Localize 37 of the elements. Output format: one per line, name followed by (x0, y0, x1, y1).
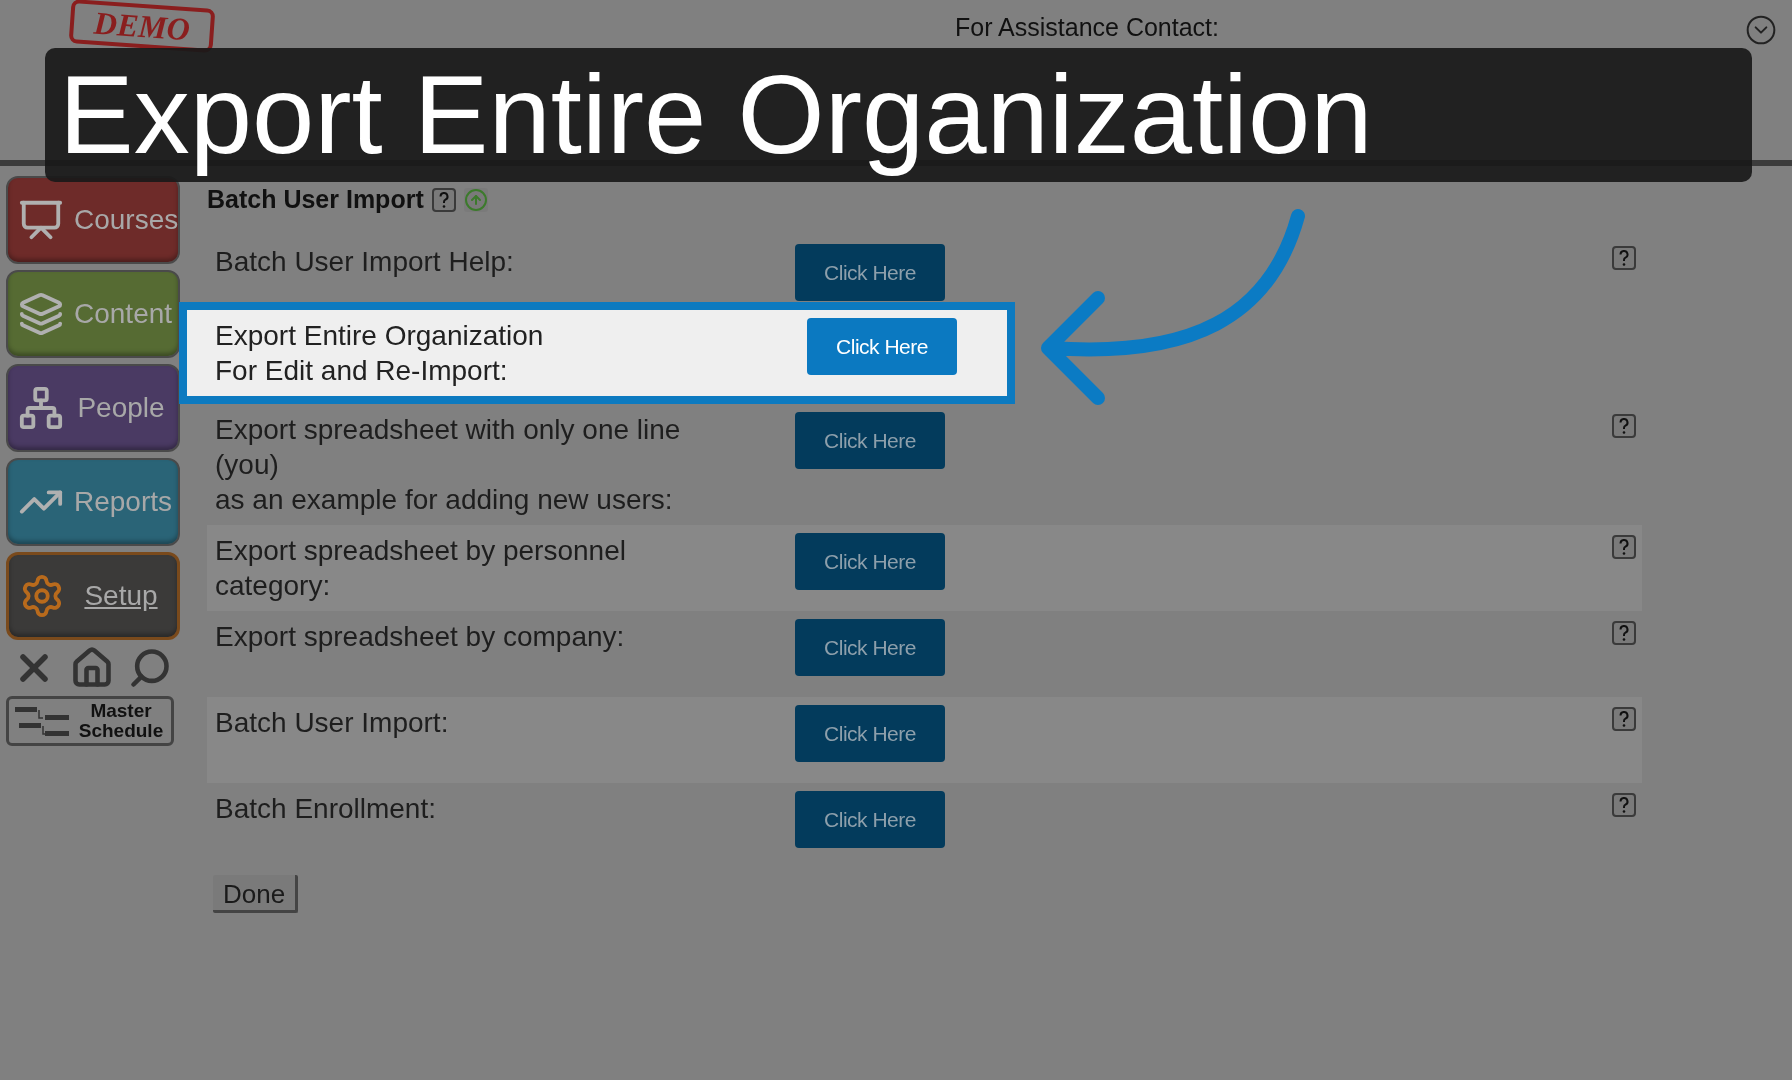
row-label: Batch Enrollment: (215, 792, 437, 826)
help-icon[interactable] (1612, 246, 1636, 270)
click-here-button[interactable]: Click Here (795, 244, 945, 301)
click-here-button[interactable]: Click Here (795, 619, 945, 676)
help-icon[interactable] (431, 188, 456, 212)
nav-button[interactable]: Courses (6, 176, 180, 264)
row-label: Export spreadsheet by personnel category: (215, 534, 627, 603)
master-schedule-button[interactable]: Master Schedule (6, 696, 174, 746)
help-icon[interactable] (1612, 793, 1636, 817)
row-label: Batch User Import Help: (215, 245, 515, 279)
assistance-label: For Assistance Contact: (955, 12, 1219, 43)
help-icon[interactable] (1612, 621, 1636, 645)
row-label: Export spreadsheet by company: (215, 620, 626, 654)
home-icon[interactable] (70, 646, 114, 690)
row-label: Export spreadsheet with only one line (you) as an example for adding new users: (215, 413, 682, 517)
row-label: Batch User Import: (215, 706, 450, 740)
search-icon[interactable] (128, 646, 172, 690)
click-here-button[interactable]: Click Here (795, 705, 945, 762)
content-icon (18, 291, 64, 337)
row-label: Export Entire Organization For Edit and Re-Import: (215, 319, 545, 388)
nav-button[interactable]: Content (6, 270, 180, 358)
section-title: Batch User Import (207, 184, 424, 216)
gantt-icon (15, 704, 69, 738)
nav-button[interactable]: Setup (6, 552, 180, 640)
help-icon[interactable] (1612, 535, 1636, 559)
click-here-button[interactable]: Click Here (795, 533, 945, 590)
chevron-down-icon[interactable] (1745, 14, 1777, 46)
done-button[interactable]: Done (213, 875, 299, 913)
people-icon (18, 385, 64, 431)
help-icon[interactable] (1612, 707, 1636, 731)
click-here-button[interactable]: Click Here (807, 318, 957, 375)
nav-button[interactable]: Reports (6, 458, 180, 546)
banner-title: Export Entire Organization (59, 51, 1373, 179)
help-icon[interactable] (1612, 414, 1636, 438)
click-here-button[interactable]: Click Here (795, 412, 945, 469)
nav-button[interactable]: People (6, 364, 180, 452)
click-here-button[interactable]: Click Here (795, 791, 945, 848)
